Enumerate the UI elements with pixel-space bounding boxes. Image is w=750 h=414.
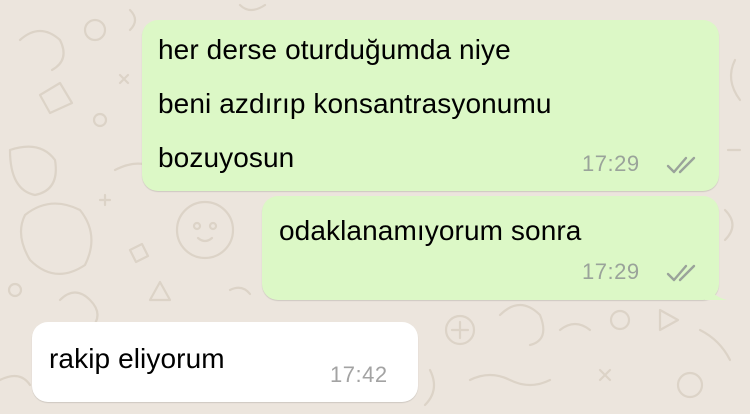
message-line: odaklanamıyorum sonra — [279, 215, 582, 246]
bubble-tail — [705, 282, 727, 300]
message-line: rakip eliyorum — [49, 343, 225, 374]
message-line: bozuyosun — [158, 142, 295, 173]
message-line: beni azdırıp konsantrasyonumu — [158, 88, 552, 119]
message-text: odaklanamıyorum sonra — [279, 204, 581, 258]
message-timestamp: 17:29 — [582, 151, 640, 176]
message-text: rakip eliyorum — [49, 332, 225, 386]
double-check-icon — [666, 264, 696, 282]
message-timestamp: 17:42 — [330, 362, 388, 387]
message-bubble-incoming[interactable]: rakip eliyorum 17:42 — [32, 322, 418, 402]
message-bubble-outgoing[interactable]: odaklanamıyorum sonra 17:29 — [262, 196, 727, 300]
message-timestamp: 17:29 — [582, 259, 640, 284]
message-bubble-outgoing[interactable]: her derse oturduğumda niye beni azdırıp … — [142, 20, 719, 191]
message-line: her derse oturduğumda niye — [158, 34, 511, 65]
message-text: her derse oturduğumda niye beni azdırıp … — [158, 23, 552, 185]
chat-thread: her derse oturduğumda niye beni azdırıp … — [0, 0, 750, 414]
double-check-icon — [666, 156, 696, 174]
